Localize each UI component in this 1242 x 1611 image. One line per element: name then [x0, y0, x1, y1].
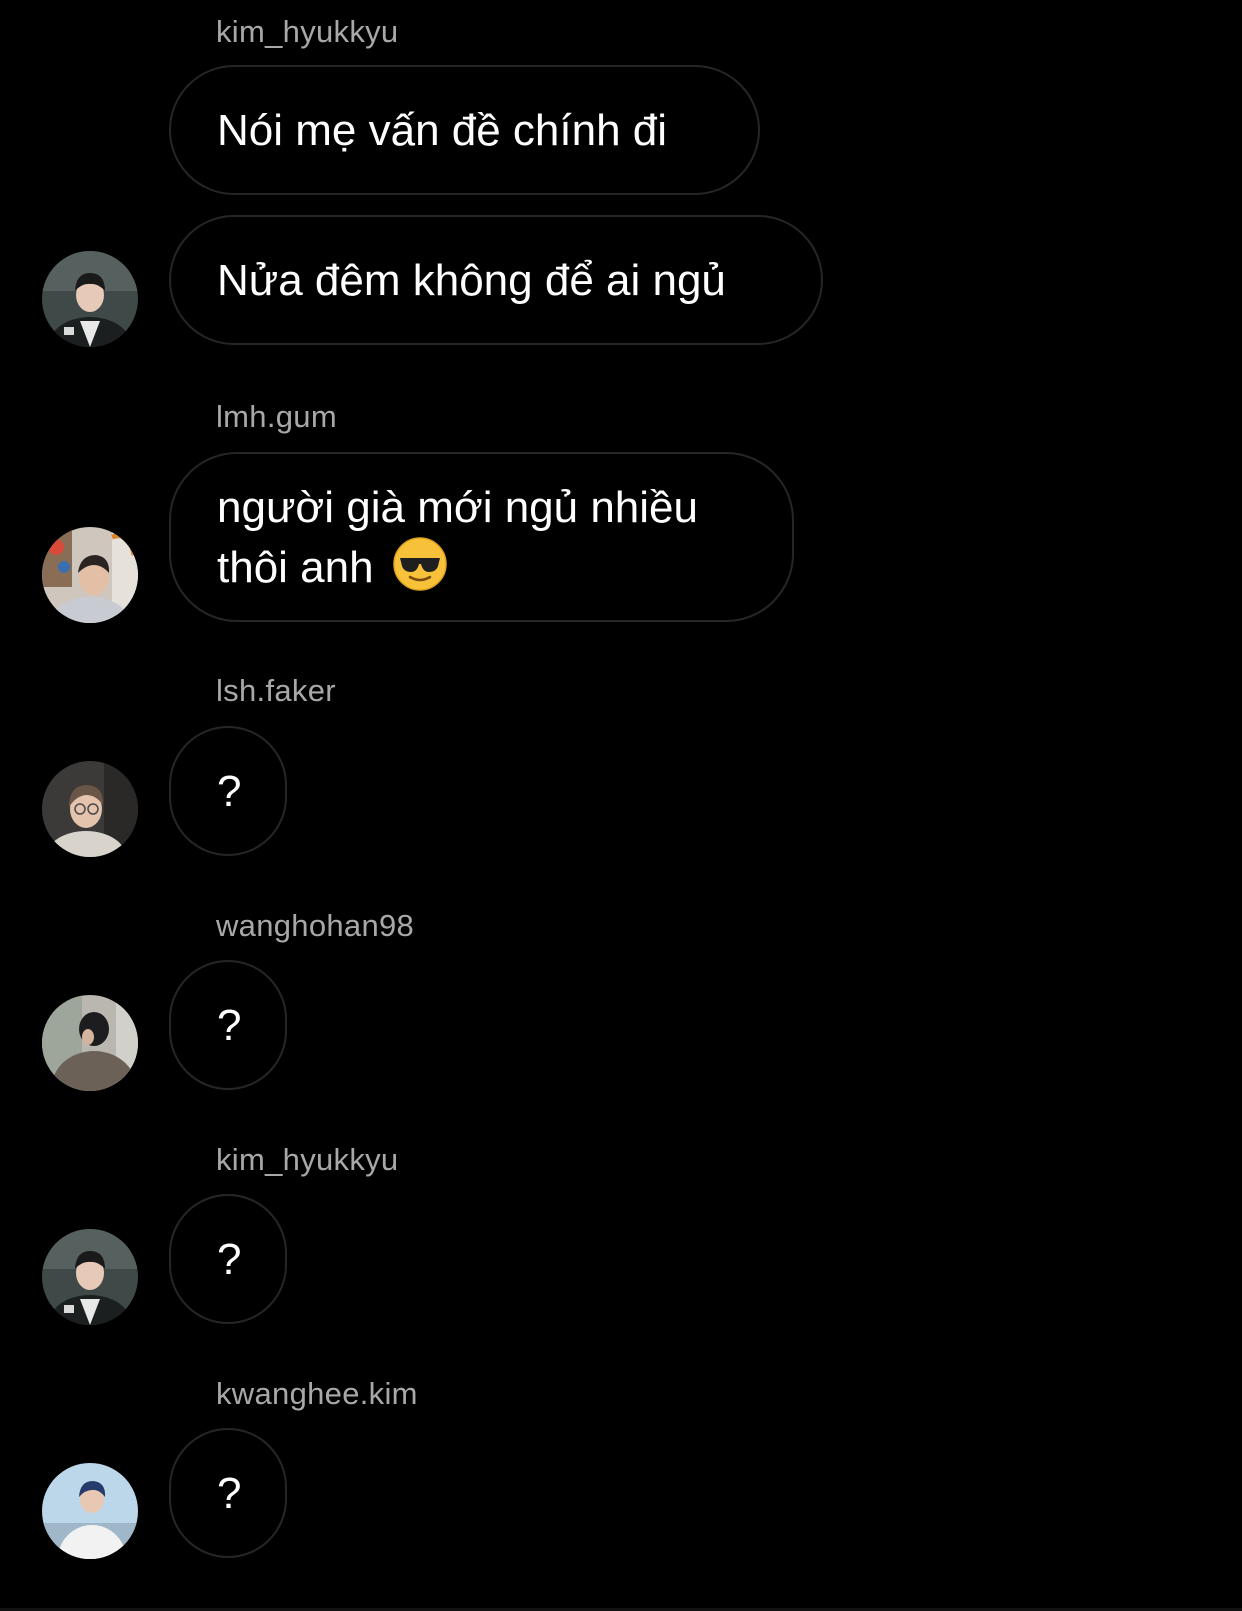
message-text: người già mới ngủ nhiều thôi anh [217, 479, 698, 596]
sender-name: wanghohan98 [216, 908, 415, 943]
message-text: Nửa đêm không để ai ngủ [217, 255, 726, 305]
sender-name: kwanghee.kim [216, 1376, 418, 1411]
message-bubble[interactable]: ? [169, 1194, 287, 1324]
avatar-image [42, 761, 138, 857]
avatar-lmh-gum[interactable] [42, 527, 138, 623]
avatar-image [42, 995, 138, 1091]
message-text: Nói mẹ vấn đề chính đi [217, 105, 668, 155]
message-bubble[interactable]: ? [169, 960, 287, 1090]
avatar-wanghohan98[interactable] [42, 995, 138, 1091]
avatar-image [42, 1229, 138, 1325]
avatar-kwanghee-kim[interactable] [42, 1463, 138, 1559]
sunglasses-emoji-icon [393, 536, 447, 591]
message-bubble[interactable]: người già mới ngủ nhiều thôi anh [169, 452, 794, 622]
avatar-lsh-faker[interactable] [42, 761, 138, 857]
avatar-image [42, 1463, 138, 1559]
message-bubble[interactable]: ? [169, 1428, 287, 1558]
message-text: ? [217, 766, 242, 816]
avatar-image [42, 527, 138, 623]
message-line: người già mới ngủ nhiều [217, 482, 698, 532]
sender-name: lsh.faker [216, 673, 336, 708]
message-bubble[interactable]: Nửa đêm không để ai ngủ [169, 215, 823, 345]
sender-name: kim_hyukkyu [216, 14, 399, 49]
sender-name: lmh.gum [216, 399, 337, 434]
message-text: ? [217, 1468, 242, 1518]
sender-name: kim_hyukkyu [216, 1142, 399, 1177]
message-bubble[interactable]: ? [169, 726, 287, 856]
avatar-kim-hyukkyu[interactable] [42, 1229, 138, 1325]
message-text: ? [217, 1234, 242, 1284]
message-text: ? [217, 1000, 242, 1050]
message-line: thôi anh [217, 542, 374, 592]
message-line-with-emoji: thôi anh [217, 536, 698, 596]
avatar-image [42, 251, 138, 347]
message-bubble[interactable]: Nói mẹ vấn đề chính đi [169, 65, 760, 195]
avatar-kim-hyukkyu[interactable] [42, 251, 138, 347]
